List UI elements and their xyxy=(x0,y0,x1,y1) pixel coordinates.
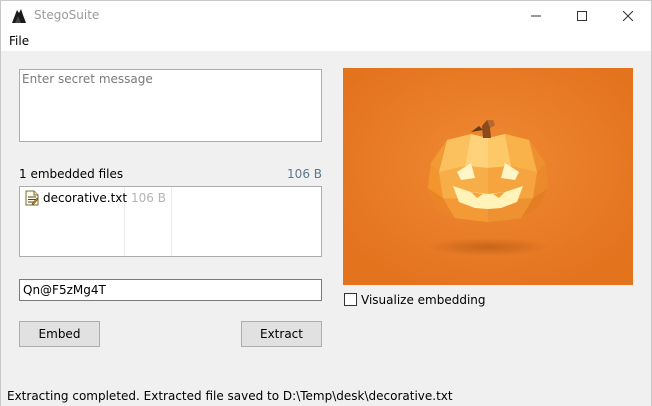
visualize-embedding-option[interactable]: Visualize embedding xyxy=(344,292,544,308)
embedded-files-total-size: 106 B xyxy=(287,167,322,181)
list-item[interactable]: decorative.txt 106 B xyxy=(20,187,320,207)
close-button[interactable] xyxy=(605,1,651,31)
password-input[interactable] xyxy=(20,280,321,300)
minimize-icon xyxy=(531,15,541,17)
maximize-icon xyxy=(577,11,587,21)
secret-message-box xyxy=(19,69,322,142)
file-name: decorative.txt xyxy=(43,191,128,205)
status-bar-text: Extracting completed. Extracted file sav… xyxy=(7,389,453,403)
window-title: StegoSuite xyxy=(34,8,100,22)
maximize-button[interactable] xyxy=(559,1,605,31)
title-bar: StegoSuite xyxy=(1,1,651,31)
embedded-files-list[interactable]: decorative.txt 106 B xyxy=(19,186,322,257)
embedded-files-label: 1 embedded files xyxy=(19,167,124,181)
text-file-icon xyxy=(25,190,39,206)
password-field xyxy=(19,279,322,301)
file-size: 106 B xyxy=(131,191,166,205)
visualize-embedding-label: Visualize embedding xyxy=(361,293,486,307)
extract-button[interactable]: Extract xyxy=(241,321,322,347)
close-icon xyxy=(623,11,633,21)
app-window: StegoSuite File 1 embedded files 106 B xyxy=(0,0,652,406)
visualize-embedding-checkbox[interactable] xyxy=(344,293,357,306)
menu-file[interactable]: File xyxy=(9,34,29,48)
app-logo-icon xyxy=(12,9,26,23)
main-panel: 1 embedded files 106 B decorative.txt 10… xyxy=(1,51,651,406)
secret-message-input[interactable] xyxy=(20,70,321,141)
cover-image-preview xyxy=(343,68,633,285)
menu-bar: File xyxy=(1,31,651,51)
pumpkin-image xyxy=(343,68,633,285)
minimize-button[interactable] xyxy=(513,1,559,31)
embed-button[interactable]: Embed xyxy=(19,321,100,347)
